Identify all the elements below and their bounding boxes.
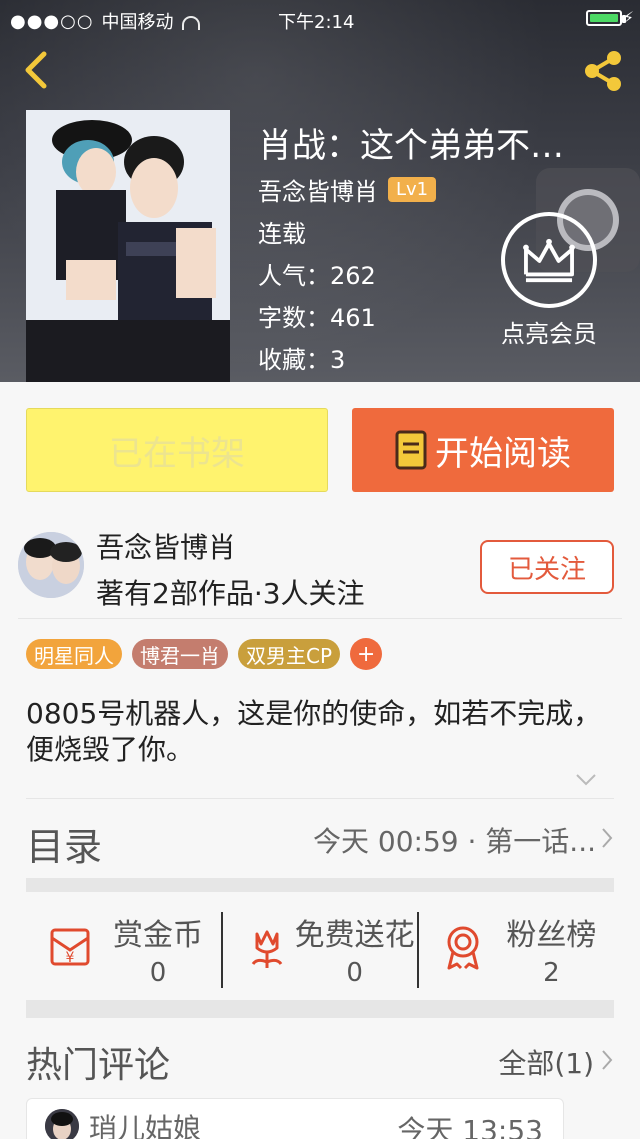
tag-bojun-yixiao[interactable]: 博君一肖 — [132, 639, 228, 669]
start-reading-button[interactable]: 开始阅读 — [352, 408, 614, 492]
author-avatar[interactable] — [18, 532, 84, 598]
red-envelope-icon: ¥ — [50, 928, 90, 966]
comment-item[interactable]: 琑儿姑娘 今天 13:53 — [26, 1098, 564, 1139]
vip-label: 点亮会员 — [501, 320, 597, 348]
medal-icon — [447, 926, 479, 970]
word-count-stat: 字数：461 — [258, 304, 376, 332]
charging-icon: ⚡ — [622, 8, 634, 27]
send-flower-label: 免费送花 — [294, 918, 415, 953]
battery-icon — [586, 10, 626, 26]
author-card-stats: 著有2部作品·3人关注 — [96, 577, 365, 610]
send-flower-button[interactable]: 免费送花 0 — [223, 906, 418, 988]
section-separator — [26, 878, 614, 892]
on-shelf-label: 已在书架 — [109, 433, 245, 474]
on-shelf-button[interactable]: 已在书架 — [26, 408, 328, 492]
tag-male-cp[interactable]: 双男主CP — [238, 639, 341, 669]
clock: 下午2:14 — [278, 12, 355, 33]
author-info: 吾念皆博肖 著有2部作品·3人关注 — [96, 526, 365, 612]
chevron-right-icon[interactable] — [600, 826, 614, 850]
book-icon — [395, 430, 427, 470]
wifi-icon — [181, 16, 200, 30]
serial-status: 连载 — [258, 220, 306, 248]
reward-row: ¥ 赏金币 0 免费送花 0 粉丝榜 2 — [26, 906, 614, 988]
divider — [26, 798, 614, 799]
add-tag-button[interactable]: + — [350, 638, 383, 670]
flower-icon — [251, 930, 282, 968]
book-title: 肖战：这个弟弟不… — [258, 126, 564, 166]
author-line: 吾念皆博肖 Lv1 — [258, 172, 437, 207]
chevron-right-icon[interactable] — [600, 1048, 614, 1072]
back-button[interactable] — [18, 50, 58, 90]
svg-text:¥: ¥ — [66, 950, 75, 966]
reward-coin-label: 赏金币 — [113, 918, 203, 953]
carrier-name: 中国移动 — [101, 12, 174, 33]
book-header: ●●●○○ 中国移动 下午2:14 ⚡ 肖战：这个弟弟不… 吾念皆博肖 Lv1 … — [0, 0, 640, 382]
status-bar: ●●●○○ 中国移动 下午2:14 ⚡ — [0, 0, 640, 36]
fan-ranking-label: 粉丝榜 — [506, 918, 597, 953]
favorites-stat: 收藏：3 — [258, 346, 346, 374]
fan-ranking-button[interactable]: 粉丝榜 2 — [419, 906, 614, 988]
reward-coin-button[interactable]: ¥ 赏金币 0 — [26, 906, 221, 988]
chevron-left-icon — [25, 51, 47, 89]
commenter-avatar[interactable] — [45, 1109, 79, 1139]
section-separator — [26, 1000, 614, 1018]
book-cover[interactable] — [26, 110, 230, 382]
follow-label: 已关注 — [507, 554, 586, 585]
tag-list: 明星同人 博君一肖 双男主CP + — [26, 638, 383, 670]
book-synopsis: 0805号机器人，这是你的使命，如若不完成，便烧毁了你。 — [26, 697, 602, 766]
chevron-down-icon[interactable] — [574, 772, 598, 788]
start-reading-label: 开始阅读 — [435, 433, 571, 474]
commenter-name: 琑儿姑娘 — [89, 1112, 202, 1139]
author-card-name[interactable]: 吾念皆博肖 — [96, 526, 365, 566]
follow-button[interactable]: 已关注 — [480, 540, 614, 594]
toc-latest-chapter[interactable]: 今天 00:59 · 第一话... — [313, 820, 596, 860]
tag-star-fanfic[interactable]: 明星同人 — [26, 639, 122, 669]
hot-comments-title: 热门评论 — [26, 1045, 171, 1086]
divider — [18, 618, 622, 619]
crown-icon — [501, 212, 597, 308]
fan-ranking-count: 2 — [543, 958, 560, 988]
cover-illustration — [26, 110, 230, 382]
level-badge: Lv1 — [388, 177, 437, 202]
popularity-stat: 人气：262 — [258, 262, 376, 290]
vip-membership-button[interactable]: 点亮会员 — [494, 212, 604, 352]
author-name[interactable]: 吾念皆博肖 — [258, 172, 378, 207]
comment-time: 今天 13:53 — [397, 1114, 543, 1139]
send-flower-count: 0 — [346, 958, 363, 988]
signal-strength: ●●●○○ — [10, 10, 94, 32]
reward-coin-count: 0 — [149, 958, 167, 988]
toc-title[interactable]: 目录 — [26, 816, 102, 871]
share-button[interactable] — [580, 48, 626, 94]
share-icon — [585, 51, 621, 91]
all-comments-link[interactable]: 全部(1) — [498, 1042, 594, 1082]
